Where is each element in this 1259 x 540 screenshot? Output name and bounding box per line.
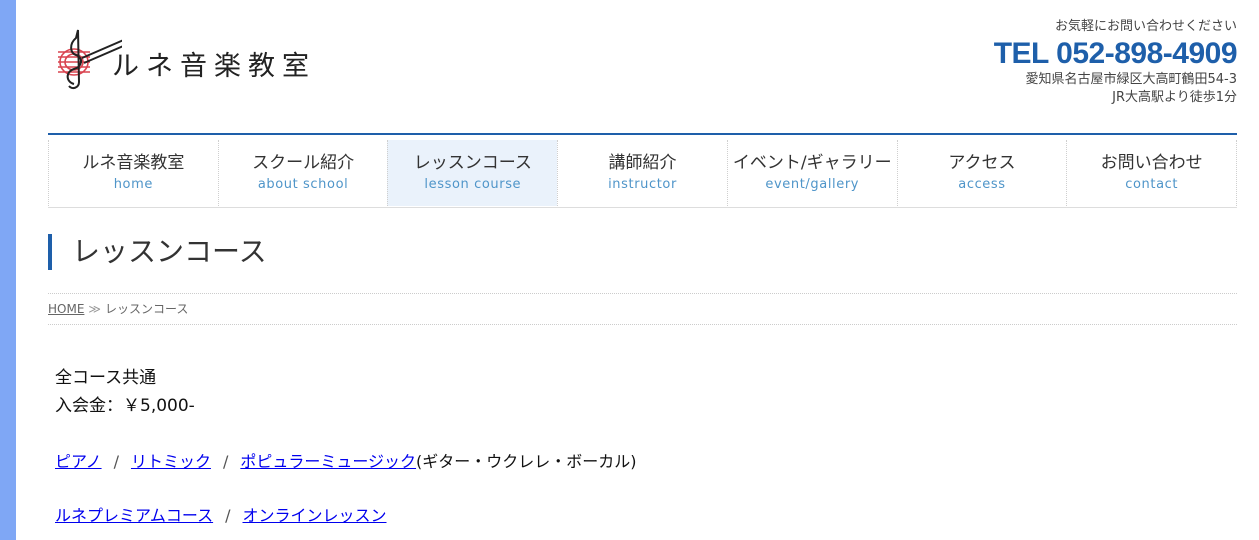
breadcrumb-top-divider [48, 293, 1237, 294]
contact-lead: お気軽にお問い合わせください [1054, 19, 1237, 34]
entry-fee: 入会金：￥5,000- [55, 396, 195, 416]
nav-item-sublabel: instructor [608, 177, 677, 192]
header-contact: お気軽にお問い合わせください TEL 052-898-4909 愛知県名古屋市緑… [817, 18, 1238, 107]
course-common-info: 全コース共通 入会金：￥5,000- [55, 364, 195, 420]
nav-item-label: レッスンコース [413, 153, 532, 173]
address: 愛知県名古屋市緑区大高町鶴田54-3 [1025, 72, 1237, 87]
nav-item-lesson-course[interactable]: レッスンコース lesson course [387, 140, 558, 206]
breadcrumb-home-link[interactable]: HOME [48, 302, 84, 316]
nav-item-contact[interactable]: お問い合わせ contact [1066, 140, 1238, 206]
nav-item-label: スクール紹介 [252, 153, 355, 173]
nav-item-sublabel: lesson course [424, 177, 522, 192]
logo-text: ルネ音楽教室 [112, 51, 316, 82]
nav-item-label: 講師紹介 [608, 153, 677, 173]
nav-item-access[interactable]: アクセス access [896, 140, 1067, 206]
nav-item-label: お問い合わせ [1100, 153, 1203, 173]
rhythmic-link[interactable]: リトミック [131, 452, 211, 471]
link-separator: / [222, 452, 229, 471]
course-links-row-2: ルネプレミアムコース / オンラインレッスン [55, 504, 387, 528]
nav-item-home[interactable]: ルネ音楽教室 home [48, 140, 218, 206]
breadcrumb-current: レッスンコース [104, 302, 189, 316]
nav-item-label: ルネ音楽教室 [82, 153, 185, 173]
page-title: レッスンコース [72, 235, 267, 268]
link-separator: / [113, 452, 119, 471]
access-note: JR大高駅より徒歩1分 [1112, 90, 1237, 105]
all-course-heading: 全コース共通 [55, 368, 157, 388]
course-links-row-1: ピアノ / リトミック / ポピュラーミュージック(ギター・ウクレレ・ボーカル) [55, 450, 637, 474]
title-accent-bar [48, 234, 52, 270]
main-nav: ルネ音楽教室 home スクール紹介 about school レッスンコース … [48, 140, 1238, 206]
nav-item-label: アクセス [948, 153, 1016, 173]
link-separator: / [225, 506, 231, 525]
nav-item-sublabel: contact [1125, 177, 1179, 192]
nav-bottom-border [48, 207, 1237, 208]
piano-link[interactable]: ピアノ [55, 452, 102, 471]
nav-item-sublabel: access [958, 177, 1006, 192]
breadcrumb: HOME ≫ レッスンコース [48, 300, 188, 318]
breadcrumb-separator: ≫ [88, 302, 101, 316]
popular-music-note: (ギター・ウクレレ・ボーカル) [416, 452, 637, 471]
online-lesson-link[interactable]: オンラインレッスン [242, 506, 386, 525]
nav-item-sublabel: about school [257, 177, 349, 192]
nav-item-instructor[interactable]: 講師紹介 instructor [557, 140, 727, 206]
nav-top-border [48, 133, 1237, 135]
nav-item-about-school[interactable]: スクール紹介 about school [217, 140, 388, 206]
nav-item-sublabel: home [113, 177, 153, 192]
nav-item-label: イベント/ギャラリー [732, 153, 892, 173]
nav-item-sublabel: event/gallery [765, 177, 860, 192]
left-side-bar [0, 0, 16, 540]
breadcrumb-bottom-divider [48, 324, 1237, 325]
premium-course-link[interactable]: ルネプレミアムコース [55, 506, 213, 525]
phone-number[interactable]: TEL 052-898-4909 [817, 37, 1238, 71]
nav-item-event-gallery[interactable]: イベント/ギャラリー event/gallery [726, 140, 897, 206]
popular-music-link[interactable]: ポピュラーミュージック [240, 452, 416, 471]
site-logo[interactable]: ルネ音楽教室 [52, 22, 352, 94]
